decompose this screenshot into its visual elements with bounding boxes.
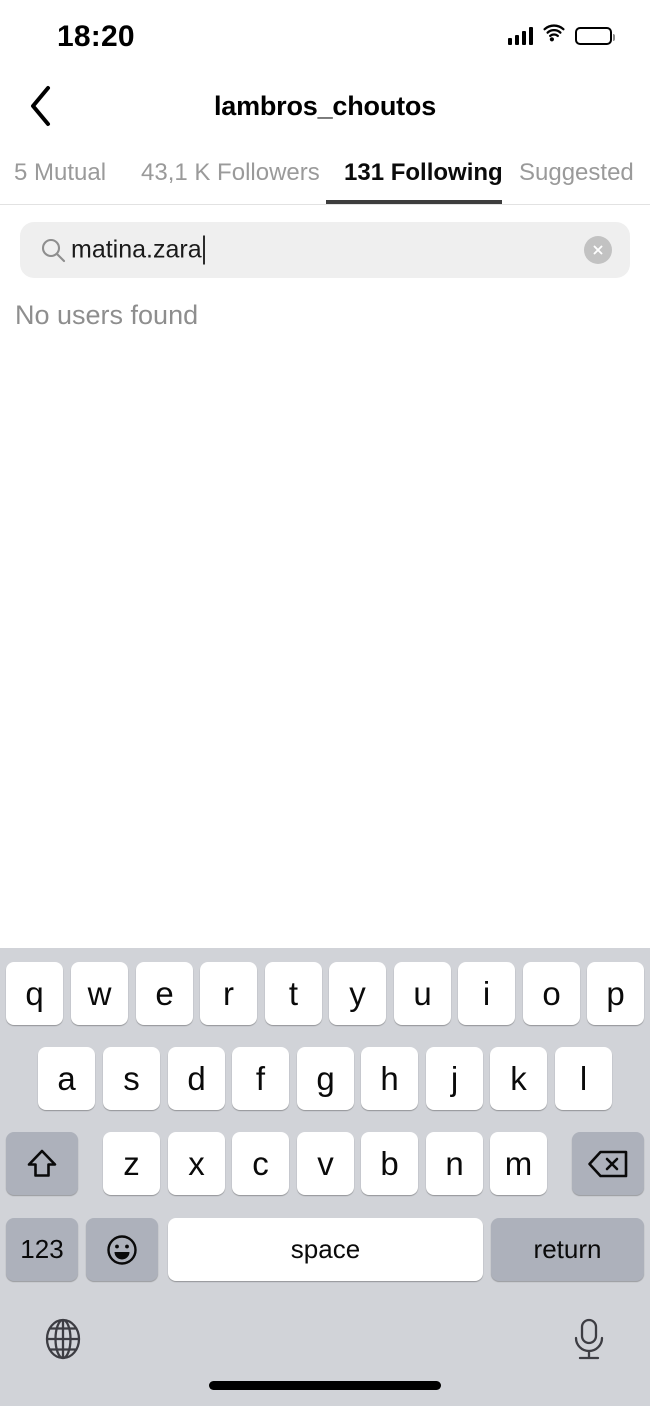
space-key[interactable]: space (168, 1218, 483, 1281)
home-indicator (209, 1381, 441, 1390)
text-cursor (203, 236, 206, 265)
microphone-icon (568, 1316, 610, 1362)
key-c[interactable]: c (232, 1132, 289, 1195)
return-key[interactable]: return (491, 1218, 644, 1281)
key-s[interactable]: s (103, 1047, 160, 1110)
tab-bar: 5 Mutual 43,1 K Followers 131 Following … (0, 142, 650, 205)
key-r[interactable]: r (200, 962, 257, 1025)
close-icon (591, 243, 605, 257)
active-tab-underline (326, 200, 502, 204)
key-e[interactable]: e (136, 962, 193, 1025)
key-x[interactable]: x (168, 1132, 225, 1195)
tab-suggested[interactable]: Suggested (519, 142, 634, 204)
dictation-key[interactable] (568, 1316, 610, 1362)
status-bar: 18:20 (0, 0, 650, 70)
key-b[interactable]: b (361, 1132, 418, 1195)
tab-followers[interactable]: 43,1 K Followers (141, 142, 320, 204)
key-u[interactable]: u (394, 962, 451, 1025)
on-screen-keyboard: q w e r t y u i o p a s d f g h j k l z … (0, 948, 650, 1406)
battery-icon (575, 27, 612, 45)
backspace-icon (587, 1148, 629, 1180)
page-title: lambros_choutos (0, 70, 650, 142)
key-l[interactable]: l (555, 1047, 612, 1110)
key-v[interactable]: v (297, 1132, 354, 1195)
tab-following[interactable]: 131 Following (344, 142, 503, 204)
key-a[interactable]: a (38, 1047, 95, 1110)
wifi-icon (542, 24, 566, 47)
backspace-key[interactable] (572, 1132, 644, 1195)
emoji-key[interactable] (86, 1218, 158, 1281)
search-input[interactable]: matina.zara (20, 222, 630, 278)
shift-arrow-icon (25, 1147, 59, 1181)
key-h[interactable]: h (361, 1047, 418, 1110)
key-f[interactable]: f (232, 1047, 289, 1110)
navigation-bar: lambros_choutos (0, 70, 650, 142)
key-n[interactable]: n (426, 1132, 483, 1195)
empty-results-message: No users found (15, 300, 198, 331)
clear-search-button[interactable] (584, 236, 612, 264)
cellular-signal-icon (508, 27, 534, 45)
key-z[interactable]: z (103, 1132, 160, 1195)
shift-key[interactable] (6, 1132, 78, 1195)
globe-icon (40, 1316, 86, 1362)
globe-key[interactable] (40, 1316, 86, 1362)
numbers-key[interactable]: 123 (6, 1218, 78, 1281)
status-indicators (508, 24, 613, 47)
key-y[interactable]: y (329, 962, 386, 1025)
key-p[interactable]: p (587, 962, 644, 1025)
status-time: 18:20 (57, 20, 135, 54)
key-d[interactable]: d (168, 1047, 225, 1110)
key-i[interactable]: i (458, 962, 515, 1025)
key-j[interactable]: j (426, 1047, 483, 1110)
key-g[interactable]: g (297, 1047, 354, 1110)
search-input-value-wrap: matina.zara (71, 236, 205, 265)
key-t[interactable]: t (265, 962, 322, 1025)
key-q[interactable]: q (6, 962, 63, 1025)
key-k[interactable]: k (490, 1047, 547, 1110)
tab-mutual[interactable]: 5 Mutual (14, 142, 106, 204)
emoji-smiley-icon (105, 1233, 139, 1267)
phone-screen: 18:20 lambros_choutos (0, 0, 650, 1406)
key-w[interactable]: w (71, 962, 128, 1025)
search-input-value: matina.zara (71, 236, 202, 265)
key-m[interactable]: m (490, 1132, 547, 1195)
search-bar: matina.zara (20, 222, 630, 278)
key-o[interactable]: o (523, 962, 580, 1025)
